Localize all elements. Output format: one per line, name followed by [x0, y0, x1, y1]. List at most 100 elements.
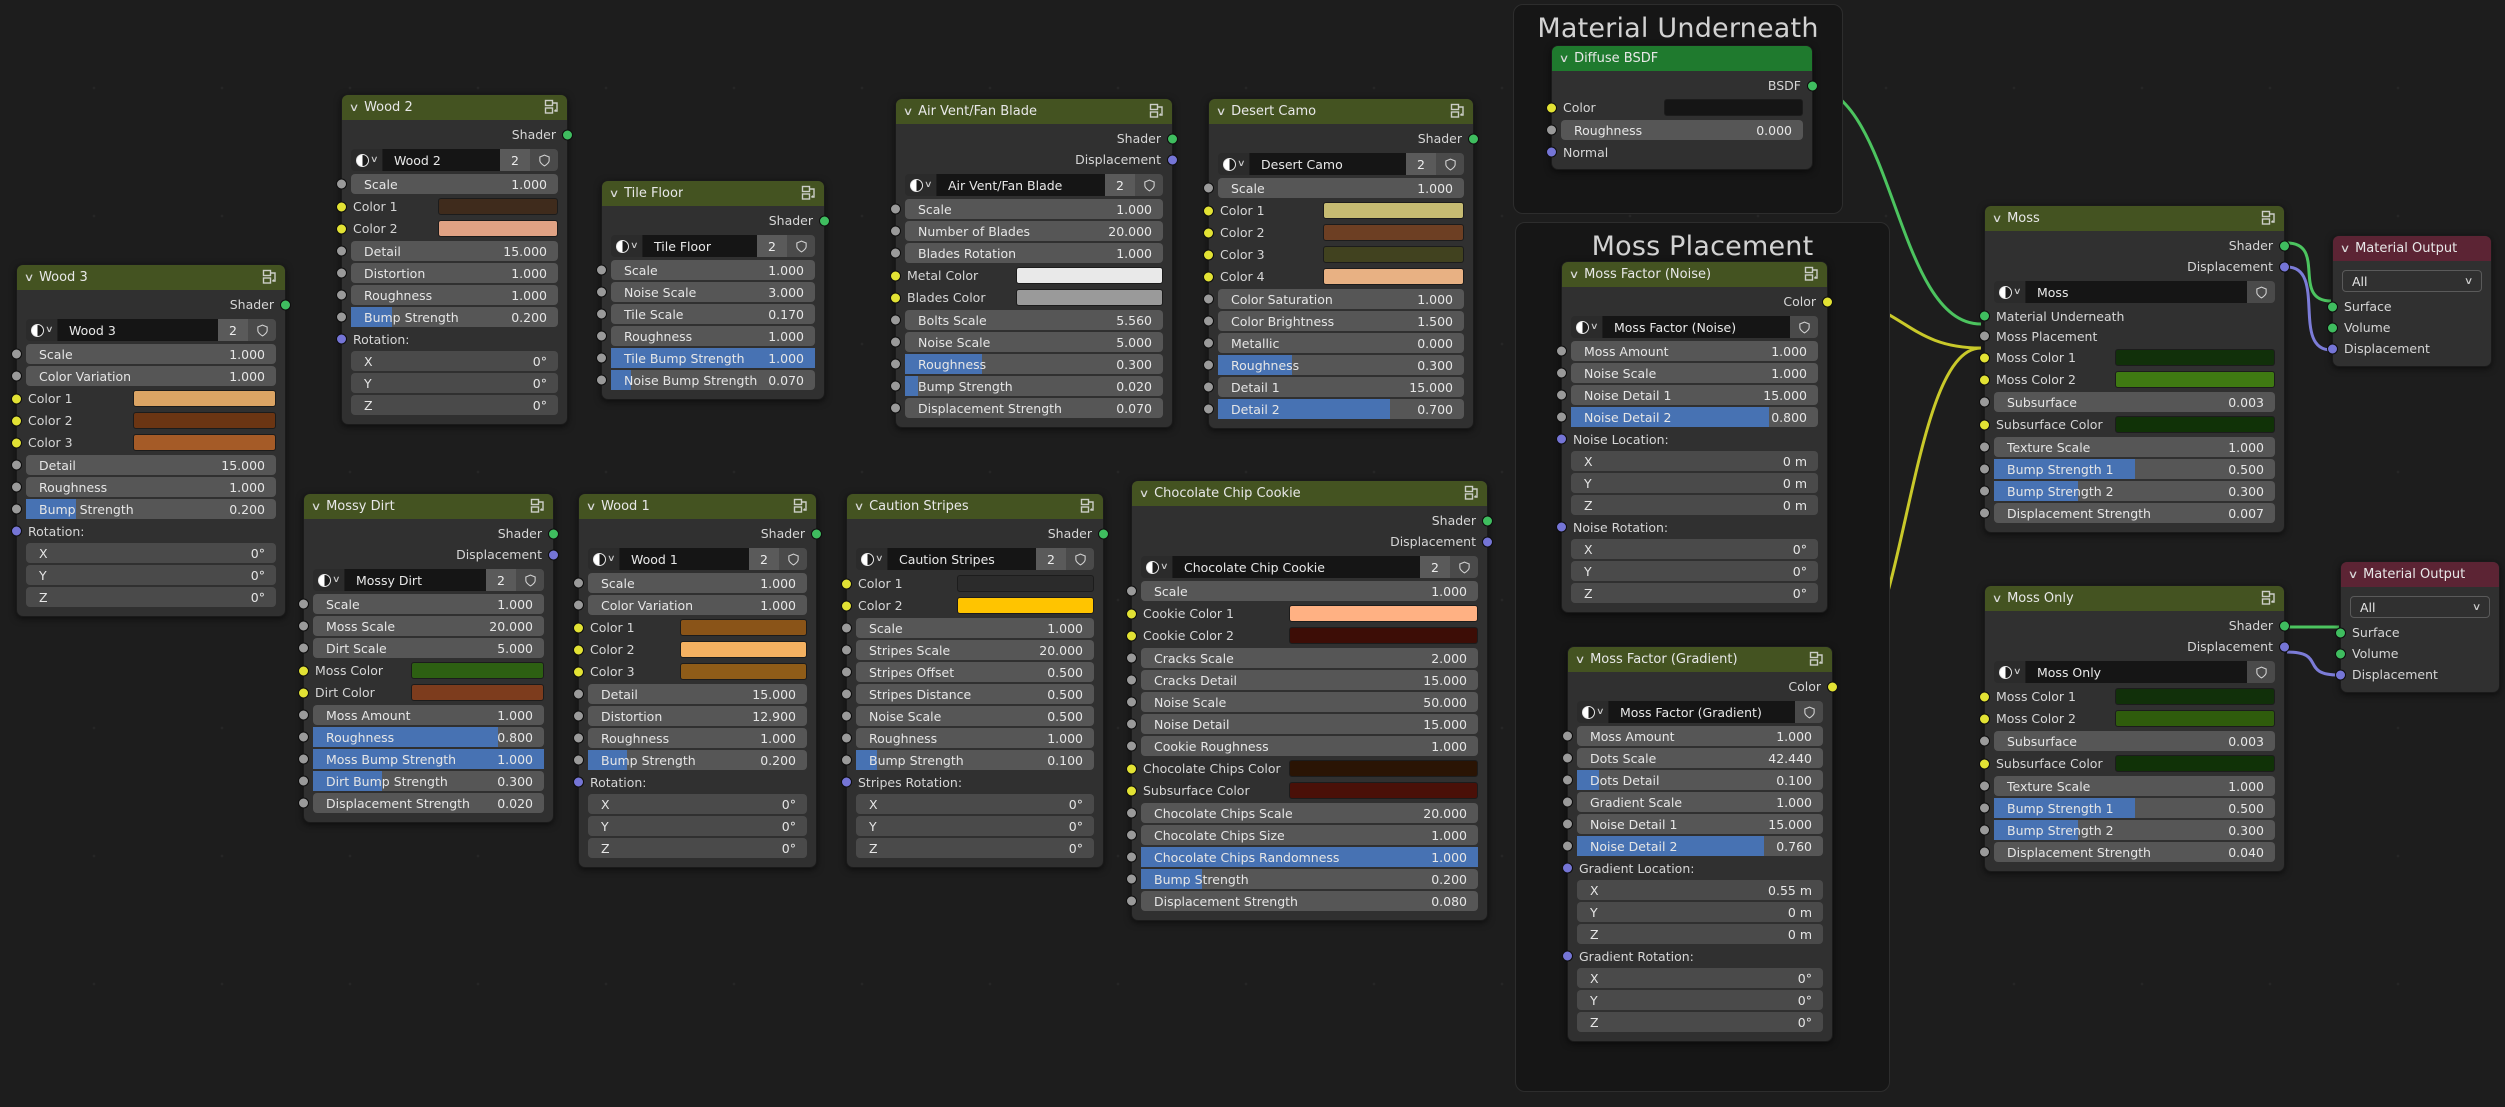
node-group-selector[interactable]: ∨ Tile Floor 2 [611, 235, 815, 257]
socket-value-in[interactable] [890, 225, 901, 237]
color-input-row[interactable]: Color 1 [336, 196, 567, 217]
socket-value-in[interactable] [1203, 315, 1214, 327]
socket-color-in[interactable] [890, 292, 901, 303]
value-slider[interactable]: Moss Amount 1.000 [298, 705, 544, 725]
value-slider[interactable]: Detail 15.000 [336, 241, 558, 261]
node-header-diffuse[interactable]: ∨ Diffuse BSDF [1552, 46, 1812, 71]
value-slider[interactable]: Scale 1.000 [11, 344, 276, 364]
value-slider[interactable]: Roughness 1.000 [596, 326, 815, 346]
socket-value-in[interactable] [573, 577, 584, 589]
value-slider[interactable]: Dots Detail 0.100 [1562, 770, 1823, 790]
value-slider[interactable]: Displacement Strength 0.040 [1979, 842, 2275, 862]
output-socket-row[interactable]: Shader [579, 523, 822, 544]
value-slider[interactable]: Z 0 m [1571, 495, 1818, 515]
node-group-icon[interactable] [1149, 103, 1165, 119]
socket-displacement-out[interactable] [2279, 261, 2290, 272]
socket-value-in[interactable] [1562, 796, 1573, 808]
chevron-down-icon[interactable]: ∨ [2340, 243, 2351, 254]
chevron-down-icon[interactable]: ∨ [349, 102, 360, 113]
value-slider[interactable]: X 0° [1577, 968, 1823, 988]
value-slider[interactable]: Noise Detail 2 0.760 [1562, 836, 1823, 856]
chevron-down-icon[interactable]: ∨ [854, 501, 865, 512]
socket-color-in[interactable] [1546, 102, 1557, 113]
socket-shader-in[interactable] [2327, 322, 2338, 333]
socket-vector-in[interactable] [1562, 862, 1573, 874]
chevron-down-icon[interactable]: ∨ [1575, 654, 1586, 665]
socket-shader-out[interactable] [1468, 133, 1479, 144]
value-slider[interactable]: Texture Scale 1.000 [1979, 776, 2275, 796]
socket-color-in[interactable] [11, 415, 22, 426]
node-header-desertcamo[interactable]: ∨ Desert Camo [1209, 99, 1473, 124]
color-swatch[interactable] [2115, 349, 2275, 366]
socket-value-in[interactable] [298, 775, 309, 787]
node-group-icon[interactable] [1464, 485, 1480, 501]
socket-vector-in[interactable] [1546, 146, 1557, 158]
value-slider[interactable]: Y 0° [1577, 990, 1823, 1010]
value-slider[interactable]: Roughness 0.800 [298, 727, 544, 747]
value-slider[interactable]: Distortion 1.000 [336, 263, 558, 283]
color-input-row[interactable]: Moss Color 1 [1979, 347, 2284, 368]
color-swatch[interactable] [1016, 289, 1163, 306]
value-slider[interactable]: Tile Bump Strength 1.000 [596, 348, 815, 368]
socket-value-in[interactable] [11, 370, 22, 382]
value-slider[interactable]: Tile Scale 0.170 [596, 304, 815, 324]
node-group-selector[interactable]: ∨ Wood 12 [588, 548, 807, 570]
socket-shader-in[interactable] [2335, 648, 2346, 659]
socket-value-in[interactable] [1562, 730, 1573, 742]
material-sphere-icon[interactable]: ∨ [905, 174, 937, 196]
value-slider[interactable]: Color Saturation 1.000 [1203, 289, 1464, 309]
chevron-down-icon[interactable]: ∨ [1992, 593, 2003, 604]
color-swatch[interactable] [411, 684, 544, 701]
node-group-users-count[interactable]: 2 [486, 569, 516, 591]
value-slider[interactable]: Cracks Detail 15.000 [1126, 670, 1478, 690]
socket-value-in[interactable] [1126, 585, 1137, 597]
input-socket-row[interactable]: Displacement [2327, 338, 2491, 359]
socket-value-in[interactable] [890, 380, 901, 392]
node-header-mossnoise[interactable]: ∨ Moss Factor (Noise) [1562, 262, 1827, 287]
socket-vector-in[interactable] [336, 333, 347, 345]
color-input-row[interactable]: Subsurface Color [1126, 780, 1487, 801]
socket-vector-in[interactable] [1556, 521, 1567, 533]
value-slider[interactable]: Scale 1.000 [1126, 581, 1478, 601]
socket-color-in[interactable] [1979, 758, 1990, 769]
material-sphere-icon[interactable]: ∨ [1218, 153, 1250, 175]
socket-value-in[interactable] [841, 688, 852, 700]
value-slider[interactable]: Moss Amount 1.000 [1556, 341, 1818, 361]
color-swatch[interactable] [680, 663, 807, 680]
socket-value-in[interactable] [1562, 774, 1573, 786]
node-group-users-count[interactable]: 2 [1036, 548, 1066, 570]
input-socket-row[interactable]: Surface [2335, 622, 2499, 643]
value-slider[interactable]: Bump Strength 0.200 [1126, 869, 1478, 889]
chevron-down-icon[interactable]: ∨ [1569, 269, 1580, 280]
output-socket-row[interactable]: Displacement [304, 544, 559, 565]
color-swatch[interactable] [680, 619, 807, 636]
value-slider[interactable]: Y 0° [26, 565, 276, 585]
socket-value-in[interactable] [841, 732, 852, 744]
color-swatch[interactable] [1016, 267, 1163, 284]
value-slider[interactable]: Dirt Bump Strength 0.300 [298, 771, 544, 791]
socket-value-in[interactable] [841, 710, 852, 722]
color-swatch[interactable] [133, 412, 276, 429]
chevron-down-icon[interactable]: ∨ [1559, 53, 1570, 64]
value-slider[interactable]: Z 0° [588, 838, 807, 858]
value-slider[interactable]: Stripes Scale 20.000 [841, 640, 1094, 660]
socket-value-in[interactable] [1203, 359, 1214, 371]
socket-value-in[interactable] [11, 459, 22, 471]
socket-shader-out[interactable] [1482, 515, 1493, 526]
value-slider[interactable]: Noise Detail 1 15.000 [1562, 814, 1823, 834]
socket-value-in[interactable] [1126, 696, 1137, 708]
node-airvent[interactable]: ∨ Air Vent/Fan Blade Shader Displacement ∨ Ai… [890, 98, 1178, 428]
node-tilefloor[interactable]: ∨ Tile Floor Shader ∨ Tile Floor 2 Scale 1.000 N… [596, 180, 830, 400]
socket-value-in[interactable] [336, 267, 347, 279]
socket-value-in[interactable] [841, 666, 852, 678]
socket-value-in[interactable] [11, 503, 22, 515]
shield-icon[interactable] [1066, 548, 1094, 570]
color-swatch[interactable] [1323, 246, 1464, 263]
node-mossydirt[interactable]: ∨ Mossy Dirt Shader Displacement ∨ Mossy Dirt… [298, 493, 559, 823]
socket-value-in[interactable] [1126, 895, 1137, 907]
output-socket-row[interactable]: BSDF [1552, 75, 1818, 96]
color-input-row[interactable]: Cookie Color 1 [1126, 603, 1487, 624]
output-target-dropdown[interactable]: All ∨ [2350, 596, 2490, 618]
shield-icon[interactable] [1790, 316, 1818, 338]
socket-value-in[interactable] [336, 289, 347, 301]
